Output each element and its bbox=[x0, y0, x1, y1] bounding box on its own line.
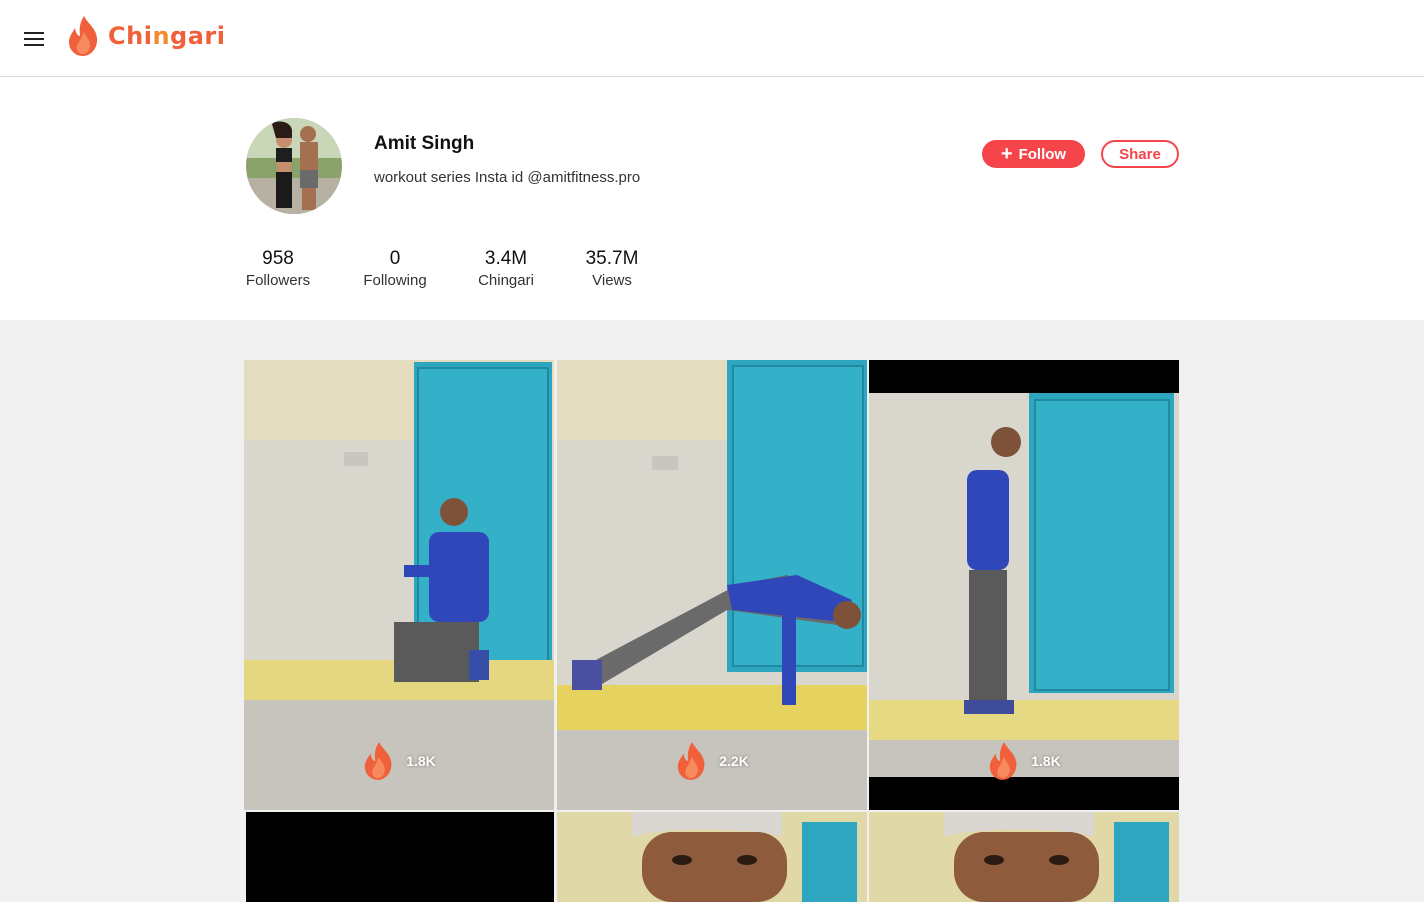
stat-label: Followers bbox=[245, 272, 311, 289]
likes-count: 2.2K bbox=[719, 753, 749, 769]
video-tile[interactable]: 2.2K bbox=[557, 360, 867, 810]
video-tile[interactable]: 1.8K bbox=[869, 360, 1179, 810]
stat-value: 35.7M bbox=[585, 248, 639, 269]
share-label: Share bbox=[1119, 145, 1161, 163]
likes-overlay: 1.8K bbox=[244, 740, 554, 782]
plus-icon: + bbox=[1000, 143, 1013, 165]
avatar[interactable] bbox=[246, 118, 342, 214]
video-thumbnail bbox=[869, 812, 1179, 902]
top-bar: Chingari bbox=[0, 0, 1424, 77]
video-tile[interactable] bbox=[246, 812, 554, 902]
video-thumbnail bbox=[557, 812, 867, 902]
follow-label: Follow bbox=[1018, 145, 1067, 163]
video-tile[interactable] bbox=[557, 812, 867, 902]
likes-overlay: 2.2K bbox=[557, 740, 867, 782]
likes-count: 1.8K bbox=[406, 753, 436, 769]
stat-label: Following bbox=[363, 272, 427, 289]
flame-icon bbox=[678, 742, 705, 780]
logo-wordmark: Chingari bbox=[108, 22, 226, 50]
likes-count: 1.8K bbox=[1031, 753, 1061, 769]
stat-followers[interactable]: 958 Followers bbox=[246, 248, 310, 289]
stat-value: 958 bbox=[262, 248, 294, 269]
stat-views: 35.7M Views bbox=[586, 248, 639, 289]
stat-following[interactable]: 0 Following bbox=[363, 248, 426, 289]
stat-value: 3.4M bbox=[484, 248, 528, 269]
video-tile[interactable] bbox=[869, 812, 1179, 902]
flame-icon bbox=[365, 742, 392, 780]
share-button[interactable]: Share bbox=[1101, 140, 1179, 168]
profile-name: Amit Singh bbox=[374, 133, 475, 154]
likes-overlay: 1.8K bbox=[869, 740, 1179, 782]
profile-bio: workout series Insta id @amitfitness.pro bbox=[374, 169, 641, 186]
chingari-logo[interactable]: Chingari bbox=[66, 14, 225, 58]
profile-header: Amit Singh workout series Insta id @amit… bbox=[0, 77, 1424, 320]
flame-logo-icon bbox=[69, 16, 98, 56]
stat-chingari: 3.4M Chingari bbox=[478, 248, 534, 289]
stat-label: Chingari bbox=[478, 272, 534, 289]
follow-button[interactable]: + Follow bbox=[982, 140, 1085, 168]
hamburger-menu-icon[interactable] bbox=[24, 32, 44, 46]
stat-value: 0 bbox=[389, 248, 401, 269]
video-tile[interactable]: 1.8K bbox=[244, 360, 554, 810]
flame-icon bbox=[990, 742, 1017, 780]
stat-label: Views bbox=[592, 272, 632, 289]
